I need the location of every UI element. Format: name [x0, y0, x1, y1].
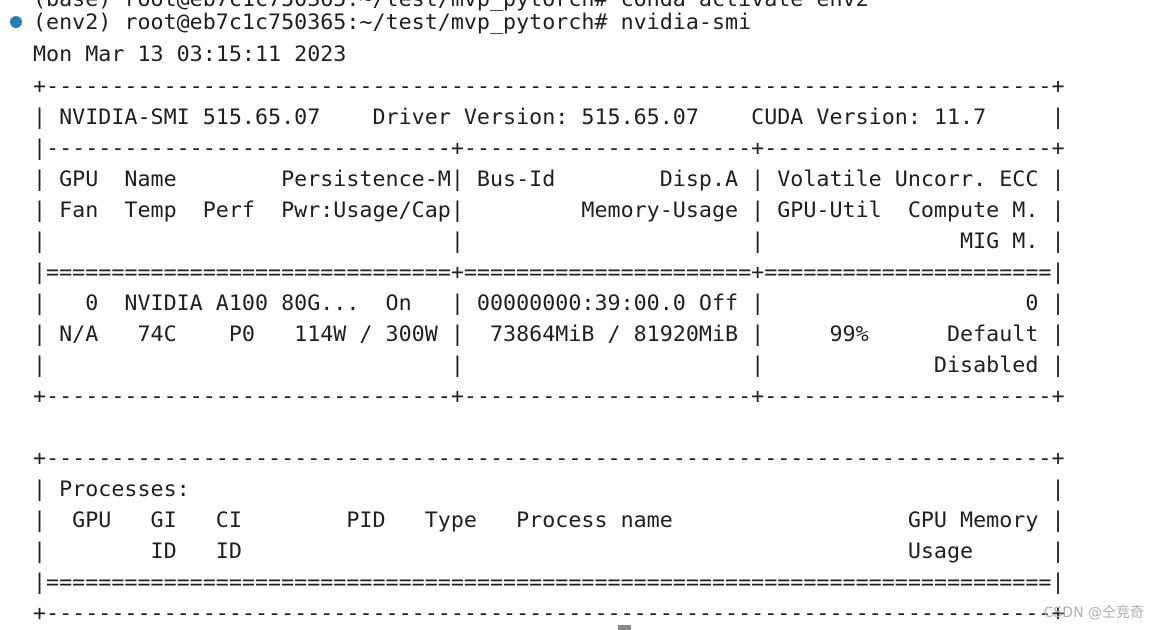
gpu-table-line: | 0 NVIDIA A100 80G... On | 00000000:39:… [33, 291, 1065, 316]
date-line: Mon Mar 13 03:15:11 2023 [33, 42, 347, 67]
process-table-line: |=======================================… [33, 570, 1065, 595]
process-table-line: | Processes: | [33, 477, 1065, 502]
terminal-cursor [618, 625, 631, 630]
gpu-table-line: | NVIDIA-SMI 515.65.07 Driver Version: 5… [33, 105, 1065, 130]
command-prompt-line: (env2) root@eb7c1c750365:~/test/mvp_pyto… [33, 10, 752, 35]
process-table-line: | GPU GI CI PID Type Process name GPU Me… [33, 508, 1065, 533]
gpu-table-line: | Fan Temp Perf Pwr:Usage/Cap| Memory-Us… [33, 198, 1065, 223]
process-table-line: | ID ID Usage | [33, 539, 1065, 564]
gpu-table-line: |===============================+=======… [33, 260, 1065, 285]
terminal-output[interactable]: (base) root@eb7c1c750365:~/test/mvp_pyto… [0, 0, 1160, 630]
gpu-table-line: +-------------------------------+-------… [33, 384, 1065, 409]
gpu-table-line: +---------------------------------------… [33, 74, 1065, 99]
process-table-line: +---------------------------------------… [33, 601, 1065, 626]
process-table-line: +---------------------------------------… [33, 446, 1065, 471]
csdn-watermark: CSDN @仝竞奇 [1043, 605, 1144, 621]
gpu-table-line: | GPU Name Persistence-M| Bus-Id Disp.A … [33, 167, 1065, 192]
gpu-table-line: | | | Disabled | [33, 353, 1065, 378]
command-status-dot-icon [10, 16, 22, 28]
gpu-table-line: | | | MIG M. | [33, 229, 1065, 254]
gpu-table-line: | N/A 74C P0 114W / 300W | 73864MiB / 81… [33, 322, 1065, 347]
gpu-table-line: |-------------------------------+-------… [33, 136, 1065, 161]
